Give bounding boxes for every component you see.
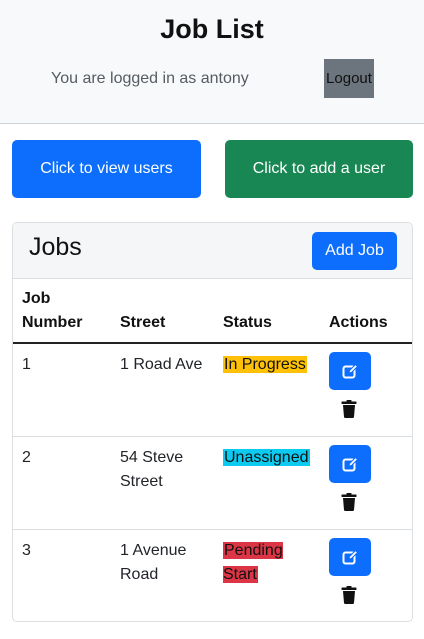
jobs-card-header: Jobs Add Job (13, 223, 412, 279)
trash-icon[interactable] (341, 586, 357, 604)
status-badge: In Progress (223, 356, 307, 373)
jobs-card-title: Jobs (29, 233, 82, 261)
table-row: 3 1 Avenue Road Pending Start (13, 530, 412, 621)
column-header-actions: Actions (329, 314, 388, 331)
view-users-button[interactable]: Click to view users (12, 140, 201, 198)
street-cell: 1 Road Ave (120, 356, 203, 373)
trash-icon[interactable] (341, 400, 357, 418)
table-row: 2 54 Steve Street Unassigned (13, 437, 412, 530)
edit-icon (342, 549, 358, 565)
table-row: 1 1 Road Ave In Progress (13, 344, 412, 437)
page-header: Job List You are logged in as antony Log… (0, 0, 424, 124)
status-badge: Unassigned (223, 449, 310, 466)
status-cell: Unassigned (223, 446, 318, 470)
status-cell: In Progress (223, 353, 318, 377)
edit-icon (342, 456, 358, 472)
login-status-text: You are logged in as antony (51, 70, 249, 87)
job-number-cell: 3 (22, 542, 31, 559)
add-user-button[interactable]: Click to add a user (225, 140, 413, 198)
job-number-cell: 1 (22, 356, 31, 373)
status-badge: Pending Start (223, 542, 283, 583)
logout-button[interactable]: Logout (324, 59, 374, 98)
page-title: Job List (160, 14, 264, 44)
column-header-street: Street (120, 314, 166, 331)
job-number-cell: 2 (22, 449, 31, 466)
street-cell: 1 Avenue Road (120, 542, 187, 583)
edit-icon (342, 363, 358, 379)
column-header-job-number: Job Number (22, 290, 83, 331)
edit-job-button[interactable] (329, 352, 371, 390)
jobs-card: Jobs Add Job Job Number Street Status Ac… (12, 222, 413, 622)
edit-job-button[interactable] (329, 445, 371, 483)
status-cell: Pending Start (223, 539, 295, 587)
trash-icon[interactable] (341, 493, 357, 511)
street-cell: 54 Steve Street (120, 449, 184, 490)
column-header-status: Status (223, 314, 272, 331)
add-job-button[interactable]: Add Job (312, 232, 397, 270)
edit-job-button[interactable] (329, 538, 371, 576)
